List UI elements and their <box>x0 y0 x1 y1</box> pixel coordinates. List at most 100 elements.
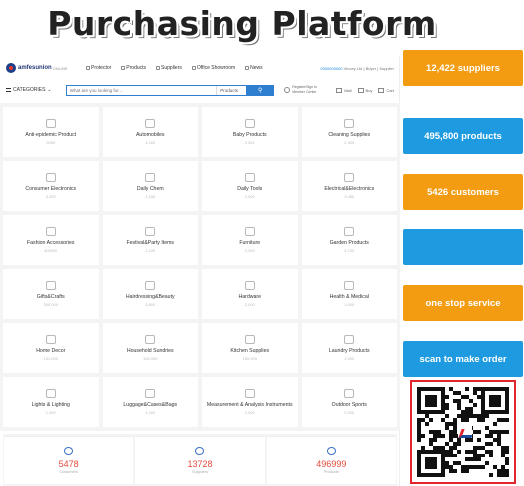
category-tile[interactable]: Luggage&Cases&Bags 4,200 <box>102 377 198 427</box>
category-label: Daily Tools <box>237 186 263 192</box>
category-tile[interactable]: Garden Products 4,720 <box>301 215 397 265</box>
category-count: 2,000 <box>344 410 355 415</box>
category-count: 4,200 <box>145 410 156 415</box>
site-logo[interactable]: amfesunion ONLINE <box>6 63 76 73</box>
category-icon <box>145 227 156 236</box>
nav-link-suppliers[interactable]: Suppliers <box>156 65 182 71</box>
menu-icon <box>6 88 11 92</box>
category-label: Luggage&Cases&Bags <box>123 402 178 408</box>
category-tile[interactable]: Daily Tools 2,000 <box>202 161 298 211</box>
top-right-info: 0000000000 Vincey Ltd | Buyer | Supplier <box>320 66 394 71</box>
category-tile[interactable]: Baby Products 2,021 <box>202 107 298 157</box>
nav-link-products[interactable]: Products <box>121 65 146 71</box>
side-button[interactable]: 5426 customers <box>403 174 523 210</box>
category-label: Daily Chem <box>136 186 164 192</box>
category-tile[interactable]: Anti-epidemic Product 0000 <box>3 107 99 157</box>
side-button[interactable] <box>403 229 523 265</box>
side-button[interactable]: 12,422 suppliers <box>403 50 523 86</box>
hotline: 0000000000 <box>320 65 343 71</box>
products-icon <box>326 447 336 455</box>
category-count: 3,160 <box>145 140 156 145</box>
category-icon <box>45 281 56 290</box>
nav-links: Protector Products Suppliers Office Show… <box>86 65 273 71</box>
category-tile[interactable]: Health & Medical 3,000 <box>301 269 397 319</box>
search-button[interactable]: ⚲ <box>246 84 275 96</box>
category-tile[interactable]: Household Sundries 100,000 <box>102 323 198 373</box>
nav-icon <box>86 66 90 70</box>
nav-label: Office Showroom <box>196 65 236 71</box>
search-input[interactable] <box>66 85 217 95</box>
categories-label: CATEGORIES <box>13 87 46 93</box>
category-icon <box>344 335 355 344</box>
side-button[interactable]: 495,800 products <box>403 118 523 154</box>
category-tile[interactable]: Lights & Lighting 1,400 <box>3 377 99 427</box>
category-icon <box>45 119 56 128</box>
nav-link-office-showroom[interactable]: Office Showroom <box>191 65 236 71</box>
category-icon <box>244 281 255 290</box>
account-links[interactable]: Vincey Ltd | Buyer | Supplier <box>344 66 394 71</box>
category-label: Hardware <box>238 294 262 300</box>
category-label: Baby Products <box>232 132 267 138</box>
category-label: Hairdressing&Beauty <box>125 294 175 300</box>
category-count: 2,021 <box>244 140 255 145</box>
category-label: Garden Products <box>329 240 369 246</box>
product-type-select[interactable]: Products <box>216 85 246 95</box>
side-button[interactable]: one stop service <box>403 285 523 321</box>
nav-icon <box>191 66 196 70</box>
buy-label[interactable]: Buy <box>366 88 373 93</box>
category-tile[interactable]: Laundry Products 1,000 <box>301 323 397 373</box>
category-tile[interactable]: Hardware 2,000 <box>202 269 298 319</box>
category-label: Consumer Electronics <box>25 186 77 192</box>
categories-dropdown[interactable]: CATEGORIES ⌄ <box>6 87 66 93</box>
side-button[interactable]: scan to make order <box>403 341 523 377</box>
category-count: 3,450 <box>344 194 355 199</box>
category-count: 400000 <box>44 248 58 253</box>
user-icon[interactable] <box>284 87 291 93</box>
logo-text: amfesunion <box>18 65 52 71</box>
category-label: Gifts&Crafts <box>36 294 65 300</box>
category-tile[interactable]: Fashion Accessories 400000 <box>3 215 99 265</box>
category-grid: Anti-epidemic Product 0000 Automobiles 3,16… <box>3 107 397 427</box>
category-label: Lights & Lighting <box>31 402 70 408</box>
category-icon <box>244 227 255 236</box>
category-tile[interactable]: Home Decor 101,000 <box>3 323 99 373</box>
qr-logo-icon <box>458 426 472 438</box>
category-icon <box>244 173 255 182</box>
category-count: 0000 <box>46 140 56 145</box>
stat-value: 5478 <box>58 459 79 469</box>
member-center-link[interactable]: Register/Sign In Member Center <box>292 85 330 95</box>
nav-link-news[interactable]: News <box>245 65 263 71</box>
page-title: Purchasing Platform <box>47 4 437 43</box>
category-tile[interactable]: Daily Chem 1,150 <box>102 161 198 211</box>
mall-label[interactable]: Mall <box>344 88 351 93</box>
category-tile[interactable]: Kitchen Supplies 100,000 <box>202 323 298 373</box>
top-nav: amfesunion ONLINE Protector Products Sup… <box>0 56 400 80</box>
stat-value: 13728 <box>187 459 213 469</box>
category-label: Fashion Accessories <box>26 240 75 246</box>
category-tile[interactable]: Cleaning Supplies 2,400 <box>301 107 397 157</box>
nav-icon <box>121 66 126 70</box>
category-icon <box>344 119 355 128</box>
category-tile[interactable]: Festival&Party Items 2,105 <box>102 215 198 265</box>
category-tile[interactable]: Outdoor Sports 2,000 <box>301 377 397 427</box>
logo-icon <box>6 63 16 73</box>
category-tile[interactable]: Consumer Electronics 3,200 <box>3 161 99 211</box>
category-count: 2,000 <box>244 410 255 415</box>
qr-code-frame[interactable] <box>410 380 516 484</box>
category-tile[interactable]: Hairdressing&Beauty 3,800 <box>102 269 198 319</box>
nav-label: Suppliers <box>161 65 182 71</box>
nav-link-protector[interactable]: Protector <box>86 65 111 71</box>
category-tile[interactable]: Gifts&Crafts 300,000 <box>3 269 99 319</box>
category-tile[interactable]: Furniture 2,000 <box>202 215 298 265</box>
category-icon <box>145 119 156 128</box>
category-label: Measurement & Analysis Instruments <box>206 402 293 408</box>
category-count: 1,000 <box>344 356 355 361</box>
cart-label[interactable]: Cart <box>386 88 394 93</box>
buy-icon[interactable] <box>357 87 364 93</box>
cart-icon[interactable] <box>378 87 385 93</box>
category-label: Outdoor Sports <box>331 402 367 408</box>
category-tile[interactable]: Measurement & Analysis Instruments 2,000 <box>202 377 298 427</box>
category-tile[interactable]: Automobiles 3,160 <box>102 107 198 157</box>
mall-icon[interactable] <box>336 87 343 93</box>
category-tile[interactable]: Electrical&Electronics 3,450 <box>301 161 397 211</box>
